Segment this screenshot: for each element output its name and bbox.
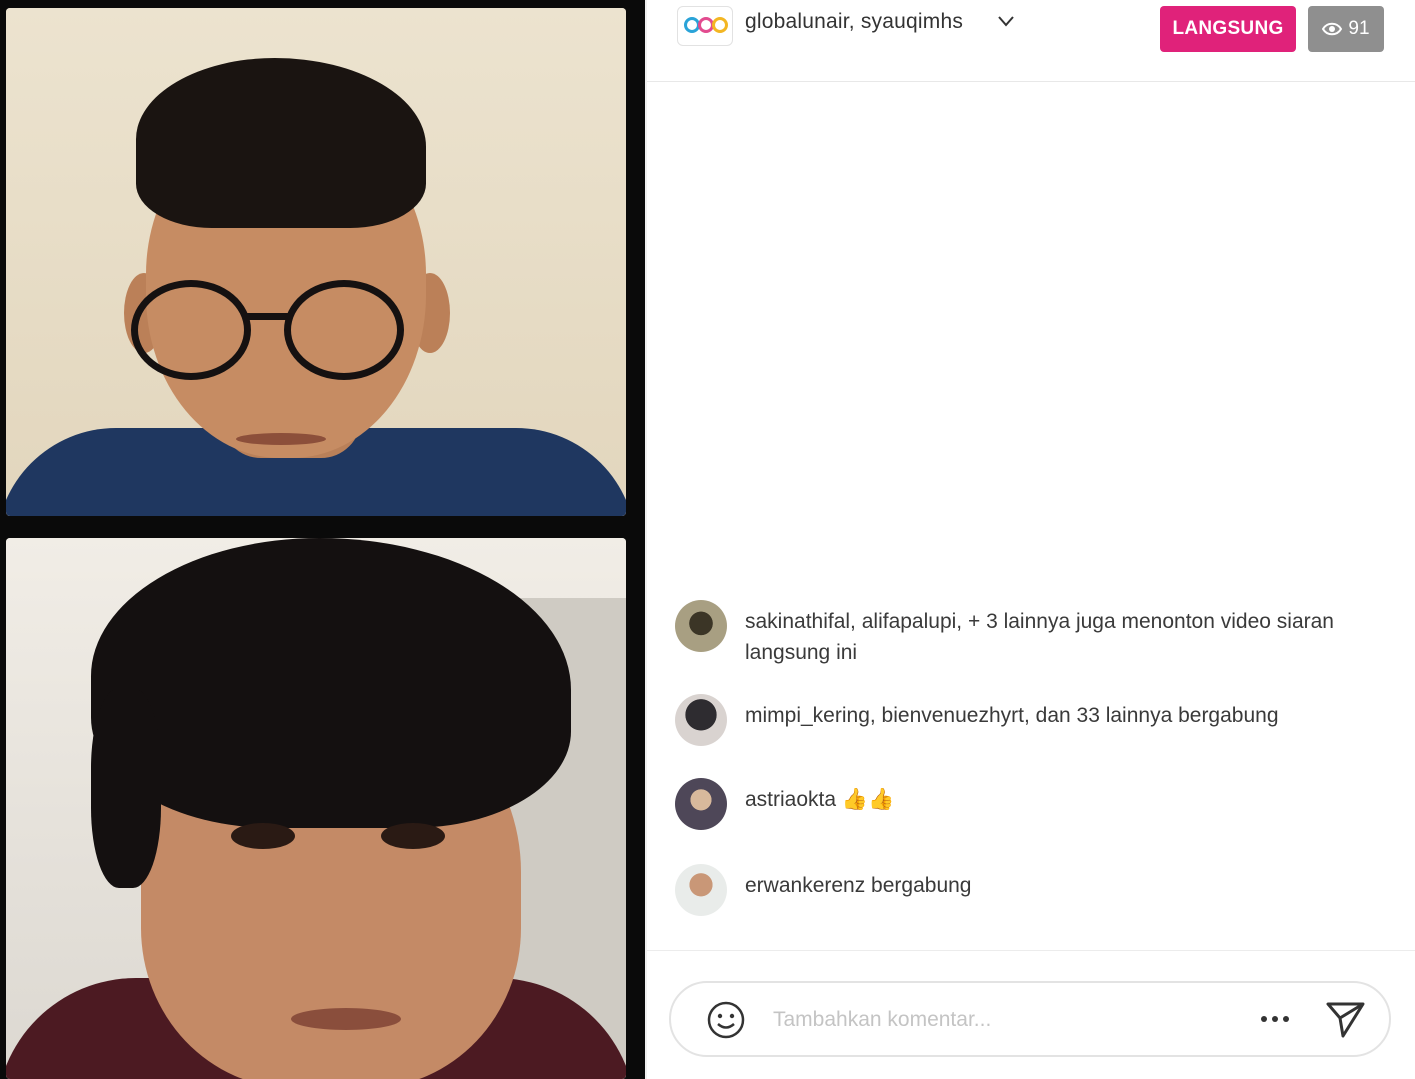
list-item: mimpi_kering, bienvenuezhyrt, dan 33 lai… <box>675 694 1279 746</box>
host-avatar[interactable] <box>677 6 733 46</box>
more-icon <box>1261 1016 1289 1022</box>
comment-input[interactable] <box>773 1001 1233 1039</box>
host-names[interactable]: globalunair, syauqimhs <box>745 10 963 34</box>
more-options-button[interactable] <box>1253 999 1297 1039</box>
guest-video-tile <box>6 538 626 1079</box>
avatar[interactable] <box>675 694 727 746</box>
live-panel: globalunair, syauqimhs LANGSUNG 91 sakin… <box>645 0 1415 1079</box>
viewer-count: 91 <box>1348 18 1370 39</box>
comment-text: erwankerenz bergabung <box>745 874 972 897</box>
list-item: astriaokta 👍👍 <box>675 778 894 830</box>
avatar[interactable] <box>675 600 727 652</box>
avatar[interactable] <box>675 778 727 830</box>
viewer-count-badge[interactable]: 91 <box>1308 6 1384 52</box>
avatar[interactable] <box>675 864 727 916</box>
chevron-down-icon[interactable] <box>997 12 1015 30</box>
eye-icon <box>1322 22 1343 36</box>
host-video-tile <box>6 8 626 516</box>
comment-composer <box>647 950 1415 1079</box>
comment-text: mimpi_kering, bienvenuezhyrt, dan 33 lai… <box>745 704 1279 727</box>
send-icon[interactable] <box>1321 995 1369 1043</box>
list-item: sakinathifal, alifapalupi, + 3 lainnya j… <box>675 600 1385 668</box>
list-item: erwankerenz bergabung <box>675 864 972 916</box>
comment-text: astriaokta 👍👍 <box>745 788 895 811</box>
comment-text: sakinathifal, alifapalupi, + 3 lainnya j… <box>745 610 1334 664</box>
video-area <box>0 0 645 1079</box>
comment-box <box>669 981 1391 1057</box>
emoji-icon[interactable] <box>705 999 747 1041</box>
live-badge: LANGSUNG <box>1160 6 1296 52</box>
live-header: globalunair, syauqimhs LANGSUNG 91 <box>647 0 1415 82</box>
